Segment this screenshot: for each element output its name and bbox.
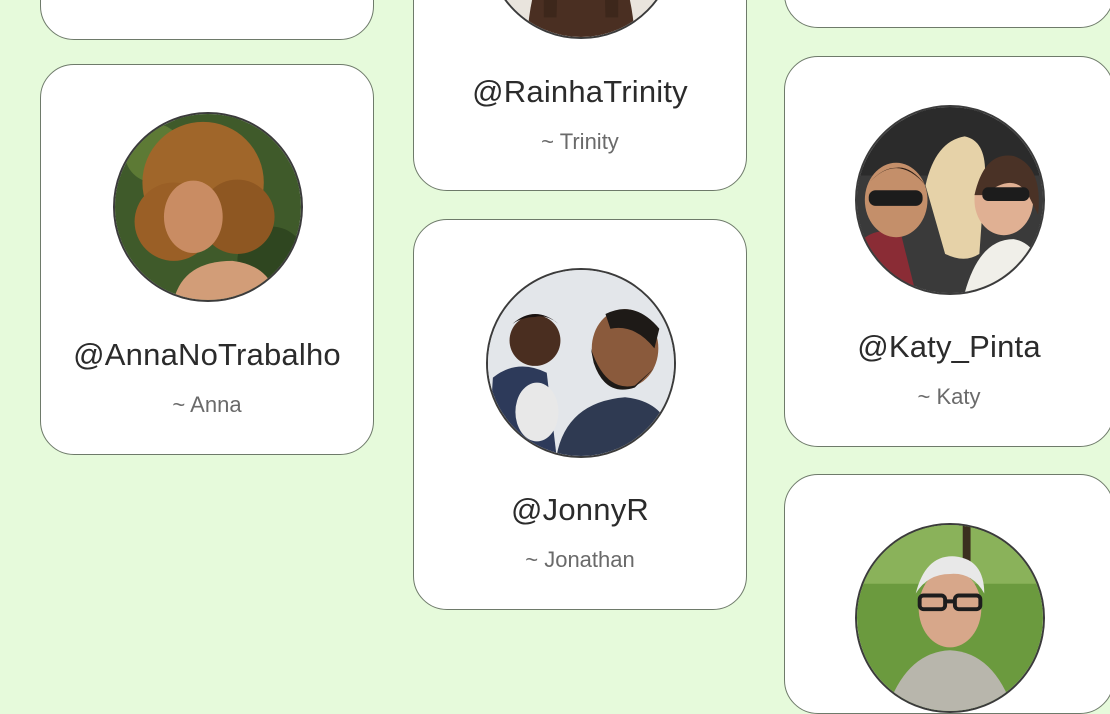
- profile-card-jonathan[interactable]: @JonnyR ~ Jonathan: [413, 219, 747, 610]
- katy-handle: @Katy_Pinta: [857, 329, 1041, 364]
- jonathan-avatar: [486, 268, 676, 458]
- anna-avatar: [113, 112, 303, 302]
- jonathan-handle: @JonnyR: [511, 492, 649, 527]
- jonathan-display-name: ~ Jonathan: [525, 547, 635, 572]
- profile-card-katy[interactable]: @Katy_Pinta ~ Katy: [784, 56, 1110, 447]
- trinity-avatar: [486, 0, 676, 39]
- profile-card-partial-bottom-right[interactable]: [784, 474, 1110, 714]
- anna-handle: @AnnaNoTrabalho: [73, 337, 341, 372]
- profile-card-partial-top-left[interactable]: [40, 0, 374, 40]
- katy-display-name: ~ Katy: [917, 384, 981, 409]
- anna-display-name: ~ Anna: [172, 392, 242, 417]
- elderly-man-avatar: [855, 523, 1045, 713]
- trinity-display-name: ~ Trinity: [541, 129, 619, 154]
- trinity-handle: @RainhaTrinity: [472, 74, 688, 109]
- profile-card-trinity[interactable]: @RainhaTrinity ~ Trinity: [413, 0, 747, 191]
- profile-card-anna[interactable]: @AnnaNoTrabalho ~ Anna: [40, 64, 374, 455]
- katy-avatar: [855, 105, 1045, 295]
- profile-card-partial-top-right[interactable]: [784, 0, 1110, 28]
